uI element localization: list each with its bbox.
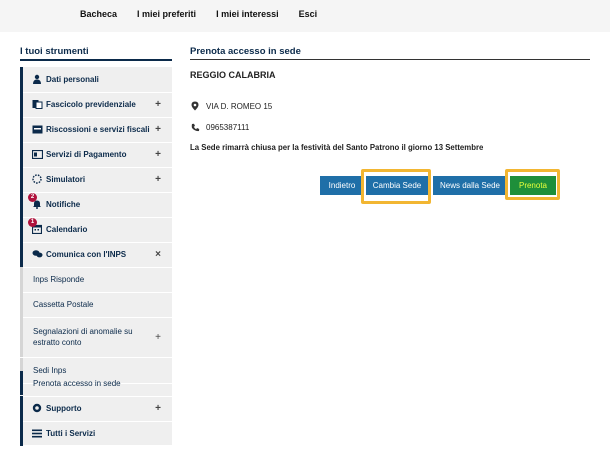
nav-preferiti[interactable]: I miei preferiti <box>137 9 196 19</box>
phone-icon <box>190 122 200 132</box>
phone-row: 0965387111 <box>190 122 249 132</box>
sidebar-item-label: Fascicolo previdenziale <box>46 99 136 109</box>
phone-text: 0965387111 <box>206 122 250 132</box>
sidebar-item-supporto[interactable]: Supporto + <box>20 396 172 421</box>
sidebar-item-tutti-servizi[interactable]: Tutti i Servizi <box>20 421 172 446</box>
address-text: VIA D. ROMEO 15 <box>206 101 273 111</box>
user-icon <box>31 74 43 85</box>
sidebar-item-riscossioni[interactable]: Riscossioni e servizi fiscali + <box>20 117 172 142</box>
sidebar-item-label: Servizi di Pagamento <box>46 149 127 159</box>
sidebar-item-pagamento[interactable]: Servizi di Pagamento + <box>20 142 172 167</box>
sidebar-item-simulatori[interactable]: Simulatori + <box>20 167 172 192</box>
bell-icon: 2 <box>28 193 43 210</box>
sidebar-item-label: Cassetta Postale <box>33 299 94 309</box>
highlight-book <box>505 169 560 200</box>
top-nav: Bacheca I miei preferiti I miei interess… <box>80 9 317 19</box>
sidebar-item-dati-personali[interactable]: Dati personali <box>20 67 172 92</box>
wallet-icon <box>31 124 43 134</box>
sidebar-item-label: Notifiche <box>46 199 81 209</box>
sidebar: Dati personali Fascicolo previdenziale +… <box>20 67 172 446</box>
office-news-button[interactable]: News dalla Sede <box>433 176 507 195</box>
address-row: VIA D. ROMEO 15 <box>190 101 272 111</box>
back-button[interactable]: Indietro <box>320 176 364 195</box>
highlight-change-office <box>361 169 431 204</box>
sidebar-item-label: Inps Risponde <box>33 274 85 284</box>
menu-icon <box>31 428 43 438</box>
sidebar-subitem-prenota-accesso[interactable]: Prenota accesso in sede <box>20 371 172 395</box>
chat-icon <box>31 249 43 259</box>
sidebar-item-comunica[interactable]: Comunica con l'INPS × <box>20 242 172 267</box>
sidebar-subitem-segnalazioni[interactable]: Segnalazioni di anomalie su estratto con… <box>20 317 172 357</box>
page-title: Prenota accesso in sede <box>190 46 301 57</box>
sidebar-item-label: Prenota accesso in sede <box>33 378 121 388</box>
sidebar-title: I tuoi strumenti <box>20 46 89 57</box>
location-pin-icon <box>190 101 200 111</box>
sidebar-title-divider <box>20 59 172 61</box>
calendar-icon: 1 <box>28 218 43 235</box>
sidebar-item-notifiche[interactable]: 2 Notifiche <box>20 192 172 217</box>
plus-icon[interactable]: + <box>152 149 164 160</box>
dashed-circle-icon <box>31 174 43 184</box>
closure-notice: La Sede rimarrà chiusa per la festività … <box>190 143 484 152</box>
sidebar-subitem-cassetta-postale[interactable]: Cassetta Postale <box>20 292 172 317</box>
sidebar-item-label: Simulatori <box>46 174 86 184</box>
sidebar-item-calendario[interactable]: 1 Calendario <box>20 217 172 242</box>
sidebar-item-label: Tutti i Servizi <box>46 428 96 438</box>
sidebar-subitem-inps-risponde[interactable]: Inps Risponde <box>20 267 172 292</box>
sidebar-item-label: Calendario <box>46 224 88 234</box>
sidebar-item-label: Supporto <box>46 403 82 413</box>
plus-icon[interactable]: + <box>152 332 164 343</box>
sidebar-item-fascicolo[interactable]: Fascicolo previdenziale + <box>20 92 172 117</box>
plus-icon[interactable]: + <box>152 174 164 185</box>
sidebar-item-label: Segnalazioni di anomalie su estratto con… <box>33 327 133 347</box>
plus-icon[interactable]: + <box>152 403 164 414</box>
plus-icon[interactable]: + <box>152 99 164 110</box>
sidebar-item-label: Riscossioni e servizi fiscali <box>46 124 150 134</box>
nav-esci[interactable]: Esci <box>299 9 318 19</box>
top-bar: Bacheca I miei preferiti I miei interess… <box>0 0 610 32</box>
payment-icon <box>31 149 43 159</box>
lifebuoy-icon <box>31 403 43 413</box>
folder-icon <box>31 99 43 110</box>
collapse-icon[interactable]: × <box>152 249 164 260</box>
title-divider <box>190 59 590 60</box>
sidebar-item-label: Dati personali <box>46 74 99 84</box>
nav-interessi[interactable]: I miei interessi <box>216 9 279 19</box>
sidebar-item-label: Comunica con l'INPS <box>46 249 127 259</box>
office-name: REGGIO CALABRIA <box>190 70 276 80</box>
nav-bacheca[interactable]: Bacheca <box>80 9 117 19</box>
plus-icon[interactable]: + <box>152 124 164 135</box>
